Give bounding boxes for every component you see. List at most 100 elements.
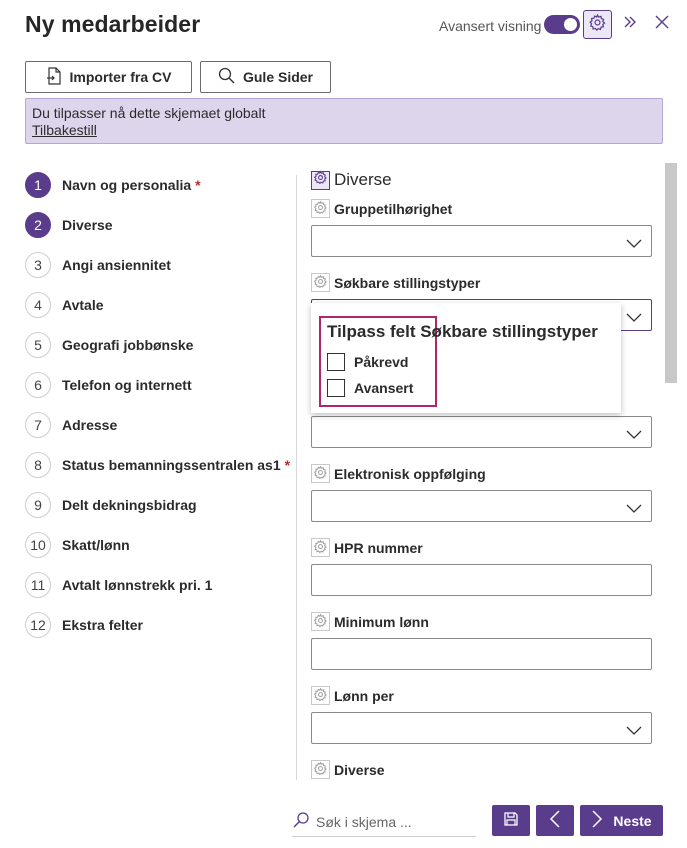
obscured-dropdown[interactable]	[311, 416, 652, 448]
close-button[interactable]	[652, 14, 672, 34]
step-label: Geografi jobbønske	[62, 337, 194, 353]
next-button[interactable]: Neste	[580, 805, 663, 836]
import-cv-button[interactable]: Importer fra CV	[25, 61, 192, 93]
previous-button[interactable]	[536, 805, 574, 836]
step-item[interactable]: 12 Ekstra felter	[25, 611, 295, 639]
form-search[interactable]	[292, 808, 476, 837]
step-number: 8	[25, 452, 51, 478]
expand-panel-button[interactable]	[620, 14, 640, 34]
step-number: 7	[25, 412, 51, 438]
step-number: 2	[25, 212, 51, 238]
new-employee-page: Ny medarbeider Avansert visning Importer…	[0, 0, 687, 848]
close-icon	[655, 15, 669, 34]
step-item[interactable]: 8 Status bemanningssentralen as1 *	[25, 451, 295, 479]
section-title: Diverse	[311, 170, 392, 190]
popup-title: Tilpass felt Søkbare stillingstyper	[327, 322, 598, 341]
step-label: Status bemanningssentralen as1	[62, 457, 281, 473]
banner-message: Du tilpasser nå dette skjemaet globalt	[32, 105, 266, 121]
global-customize-banner: Du tilpasser nå dette skjemaet globalt T…	[25, 98, 663, 144]
step-label: Ekstra felter	[62, 617, 143, 633]
search-input[interactable]	[316, 814, 466, 830]
step-item[interactable]: 11 Avtalt lønnstrekk pri. 1	[25, 571, 295, 599]
step-item[interactable]: 9 Delt dekningsbidrag	[25, 491, 295, 519]
chevron-down-icon	[626, 310, 642, 328]
step-number: 10	[25, 532, 51, 558]
field-label-elektronisk: Elektronisk oppfølging	[311, 464, 486, 483]
step-item[interactable]: 4 Avtale	[25, 291, 295, 319]
page-title: Ny medarbeider	[25, 11, 201, 37]
customize-form-button[interactable]	[583, 10, 612, 39]
field-label-minimum: Minimum lønn	[311, 612, 429, 631]
double-chevron-right-icon	[622, 14, 638, 35]
field-settings-button[interactable]	[311, 760, 330, 779]
advanced-checkbox-label: Avansert	[354, 380, 414, 396]
search-icon	[292, 811, 310, 834]
step-item[interactable]: 5 Geografi jobbønske	[25, 331, 295, 359]
step-label: Adresse	[62, 417, 118, 433]
required-checkbox[interactable]	[327, 353, 345, 371]
scrollbar-thumb[interactable]	[665, 163, 677, 383]
required-marker: *	[195, 177, 201, 193]
section-title-text: Diverse	[334, 170, 392, 189]
gruppetilhorighet-dropdown[interactable]	[311, 225, 652, 257]
gear-icon	[313, 274, 328, 292]
field-label-text: Gruppetilhørighet	[334, 200, 453, 217]
step-number: 4	[25, 292, 51, 318]
save-icon	[503, 811, 519, 830]
step-number: 3	[25, 252, 51, 278]
section-settings-button[interactable]	[311, 170, 330, 190]
gear-icon	[313, 687, 328, 705]
chevron-down-icon	[626, 723, 642, 741]
step-item[interactable]: 3 Angi ansiennitet	[25, 251, 295, 279]
advanced-checkbox[interactable]	[327, 379, 345, 397]
field-label-sokbare: Søkbare stillingstyper	[311, 273, 480, 292]
advanced-view-toggle[interactable]	[544, 15, 580, 34]
step-item[interactable]: 2 Diverse	[25, 211, 295, 239]
field-settings-button[interactable]	[311, 273, 330, 292]
next-button-label: Neste	[613, 812, 652, 829]
advanced-checkbox-row[interactable]: Avansert	[327, 379, 413, 397]
gule-sider-button[interactable]: Gule Sider	[200, 61, 331, 93]
toggle-knob	[564, 18, 577, 31]
save-button[interactable]	[492, 805, 530, 836]
field-label-text: Minimum lønn	[334, 613, 429, 630]
lonn-per-dropdown[interactable]	[311, 712, 652, 744]
field-label-text: Lønn per	[334, 687, 394, 704]
chevron-down-icon	[626, 427, 642, 445]
required-checkbox-row[interactable]: Påkrevd	[327, 353, 408, 371]
step-item[interactable]: 10 Skatt/lønn	[25, 531, 295, 559]
gear-icon	[313, 613, 328, 631]
vertical-divider	[296, 175, 297, 780]
field-label-text: Diverse	[334, 761, 385, 778]
field-label-hpr: HPR nummer	[311, 538, 423, 557]
step-item[interactable]: 7 Adresse	[25, 411, 295, 439]
required-checkbox-label: Påkrevd	[354, 354, 409, 370]
step-label: Telefon og internett	[62, 377, 192, 393]
field-label-diverse: Diverse	[311, 760, 385, 779]
gear-icon	[313, 539, 328, 557]
required-marker: *	[284, 457, 291, 473]
hpr-nummer-input[interactable]	[311, 564, 652, 596]
step-item[interactable]: 6 Telefon og internett	[25, 371, 295, 399]
field-settings-button[interactable]	[311, 686, 330, 705]
field-settings-button[interactable]	[311, 612, 330, 631]
step-label: Angi ansiennitet	[62, 257, 171, 273]
minimum-lonn-input[interactable]	[311, 638, 652, 670]
document-import-icon	[46, 66, 62, 88]
step-number: 12	[25, 612, 51, 638]
field-settings-button[interactable]	[311, 464, 330, 483]
import-cv-label: Importer fra CV	[69, 69, 172, 85]
chevron-left-icon	[549, 810, 561, 831]
step-item[interactable]: 1 Navn og personalia *	[25, 171, 295, 199]
field-settings-button[interactable]	[311, 199, 330, 218]
step-number: 5	[25, 332, 51, 358]
reset-link[interactable]: Tilbakestill	[32, 122, 656, 139]
elektronisk-oppfolging-dropdown[interactable]	[311, 490, 652, 522]
gule-sider-label: Gule Sider	[242, 69, 314, 85]
step-label: Diverse	[62, 217, 113, 233]
field-settings-button[interactable]	[311, 538, 330, 557]
gear-icon	[588, 13, 607, 37]
step-label: Navn og personalia	[62, 177, 192, 193]
field-label-text: Søkbare stillingstyper	[334, 274, 481, 291]
field-label-text: HPR nummer	[334, 539, 423, 556]
